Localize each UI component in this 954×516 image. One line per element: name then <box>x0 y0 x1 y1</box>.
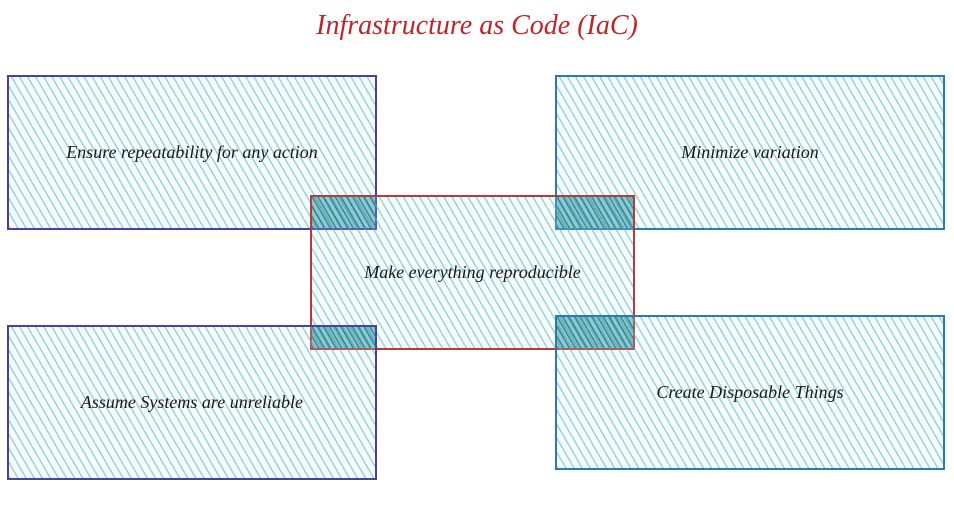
box-label: Minimize variation <box>681 142 819 163</box>
box-label: Make everything reproducible <box>364 262 581 283</box>
box-assume-unreliable: Assume Systems are unreliable <box>7 325 377 480</box>
box-create-disposable: Create Disposable Things <box>555 315 945 470</box>
box-label: Assume Systems are unreliable <box>81 392 303 413</box>
box-label: Create Disposable Things <box>656 382 843 403</box>
box-label: Ensure repeatability for any action <box>66 142 318 163</box>
diagram-title: Infrastructure as Code (IaC) <box>0 10 954 42</box>
